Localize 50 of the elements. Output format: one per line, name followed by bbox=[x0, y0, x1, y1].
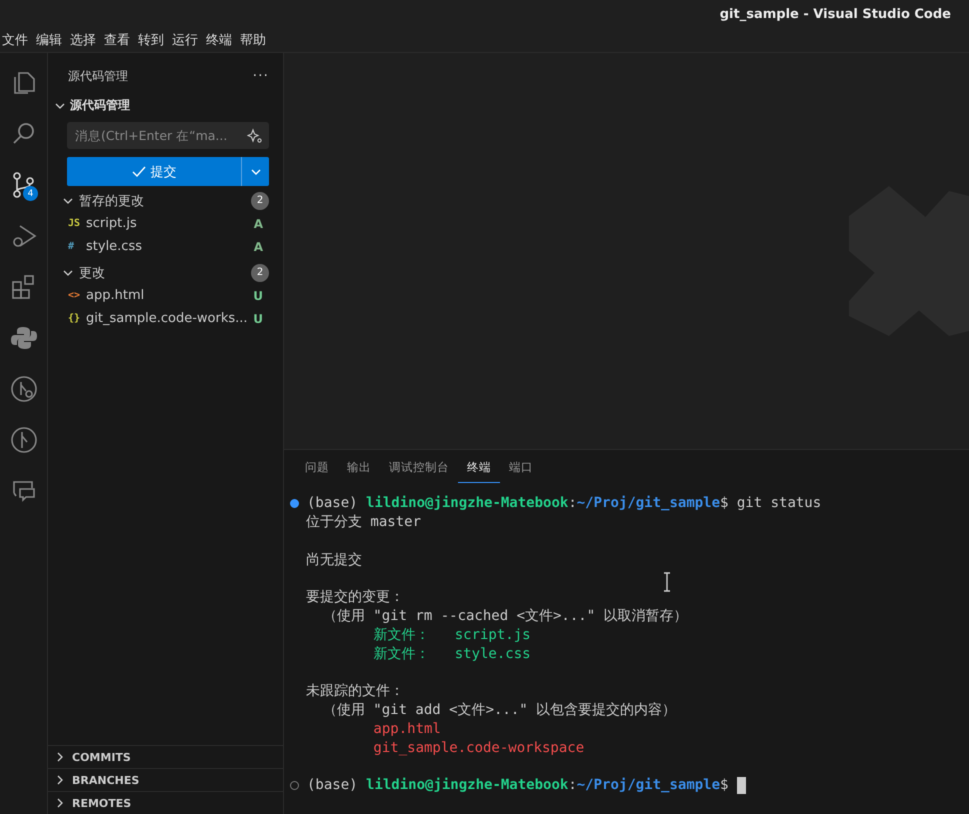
activity-item[interactable]: 4 bbox=[0, 159, 47, 210]
menu-item[interactable]: 编辑 bbox=[34, 31, 66, 49]
file-item[interactable]: {} git_sample.code-works... U bbox=[48, 307, 283, 330]
git-graph-icon bbox=[10, 426, 38, 454]
commit-button[interactable]: 提交 bbox=[67, 157, 242, 186]
menu-item[interactable]: 文件 bbox=[0, 31, 32, 49]
menu-item[interactable]: 查看 bbox=[102, 31, 134, 49]
menu-item[interactable]: 终端 bbox=[204, 31, 236, 49]
panel-tab[interactable]: 终端 bbox=[458, 456, 500, 483]
terminal-cursor bbox=[737, 776, 746, 794]
terminal-prompt: (base) lildino@jingzhe-Matebook:~/Proj/git_sample$ git status bbox=[307, 495, 822, 512]
terminal-line: 要提交的变更： bbox=[306, 588, 404, 606]
group-header[interactable]: 更改 2 bbox=[48, 260, 283, 284]
count-badge: 4 bbox=[23, 186, 38, 201]
file-item[interactable]: JS script.js A bbox=[48, 212, 283, 235]
check-icon bbox=[132, 166, 146, 178]
section-header[interactable]: 源代码管理 bbox=[48, 89, 283, 118]
more-actions-button[interactable]: ··· bbox=[252, 68, 269, 84]
window-title: git_sample - Visual Studio Code bbox=[720, 6, 951, 22]
section-header[interactable]: BRANCHES bbox=[48, 768, 283, 791]
count-badge: 2 bbox=[251, 192, 269, 210]
git-history-icon bbox=[10, 374, 38, 402]
terminal-line: 尚无提交 bbox=[306, 550, 362, 569]
terminal-line: app.html bbox=[372, 720, 441, 737]
terminal-line: 新文件： script.js bbox=[372, 626, 531, 644]
menu-item[interactable]: 选择 bbox=[68, 31, 100, 49]
panel-tab[interactable]: 调试控制台 bbox=[380, 456, 458, 482]
terminal-line: 位于分支 master bbox=[306, 513, 422, 532]
sparkle-icon bbox=[247, 128, 263, 144]
terminal-line: git_sample.code-workspace bbox=[372, 740, 584, 756]
menu-item[interactable]: 帮助 bbox=[238, 31, 270, 49]
section-header[interactable]: COMMITS bbox=[48, 745, 283, 768]
terminal-line: 未跟踪的文件： bbox=[306, 682, 404, 700]
section-header[interactable]: REMOTES bbox=[48, 791, 283, 814]
terminal-prompt: (base) lildino@jingzhe-Matebook:~/Proj/git_sample$ bbox=[307, 777, 728, 794]
menu-item[interactable]: 运行 bbox=[170, 31, 202, 49]
terminal-line: 新文件： style.css bbox=[372, 644, 531, 663]
terminal-line: （使用 "git add <文件>..." 以包含要提交的内容） bbox=[322, 701, 676, 720]
menu-item[interactable]: 转到 bbox=[136, 31, 168, 49]
file-item[interactable]: # style.css A bbox=[48, 235, 283, 258]
message-input[interactable]: 消息(Ctrl+Enter 在“ma... bbox=[67, 122, 269, 149]
file-item[interactable]: <> app.html U bbox=[48, 284, 283, 307]
panel-tab[interactable]: 输出 bbox=[338, 456, 380, 482]
terminal-line: （使用 "git rm --cached <文件>..." 以取消暂存） bbox=[322, 607, 688, 626]
panel-tab[interactable]: 端口 bbox=[500, 456, 542, 482]
panel-tab[interactable]: 问题 bbox=[296, 456, 338, 482]
group-header[interactable]: 暂存的更改 2 bbox=[48, 188, 283, 212]
sidebar-title: 源代码管理 bbox=[68, 68, 128, 84]
count-badge: 2 bbox=[251, 264, 269, 282]
text-cursor-icon bbox=[662, 572, 672, 592]
